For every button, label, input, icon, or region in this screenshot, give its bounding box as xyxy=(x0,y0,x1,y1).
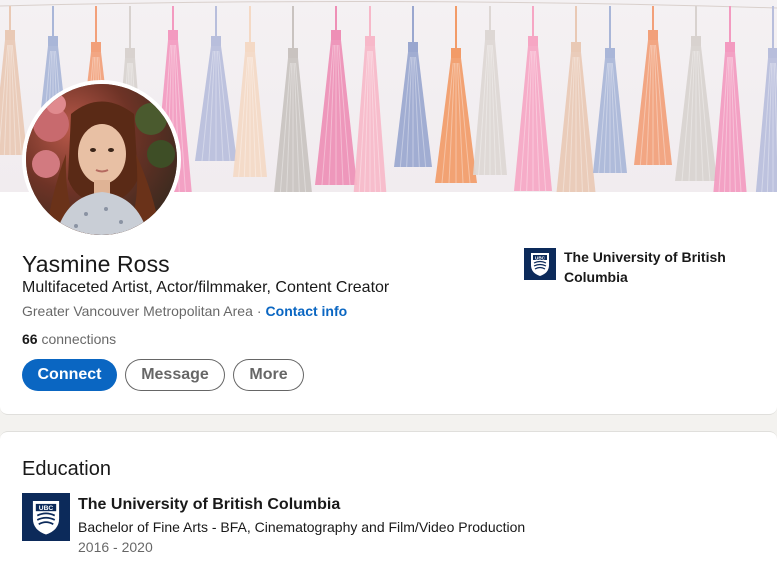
profile-name: Yasmine Ross xyxy=(22,251,170,277)
top-school-logo-text: UBC xyxy=(535,255,546,260)
profile-avatar[interactable] xyxy=(22,80,181,239)
tassel xyxy=(394,6,432,168)
profile-headline: Multifaceted Artist, Actor/filmmaker, Co… xyxy=(22,279,390,296)
tassel xyxy=(274,6,312,192)
tassel xyxy=(353,6,387,192)
connections-link[interactable]: 66 connections xyxy=(22,331,116,347)
connect-button[interactable]: Connect xyxy=(22,359,117,391)
tassel xyxy=(675,6,717,182)
location-line: Greater Vancouver Metropolitan Area · Cont… xyxy=(22,303,347,319)
connections-label: connections xyxy=(41,331,117,347)
top-school-name: The University of British Columbia xyxy=(564,249,726,285)
message-button[interactable]: Message xyxy=(125,359,225,391)
avatar-photo xyxy=(26,84,177,235)
education-logo-text: UBC xyxy=(39,505,54,512)
education-section: Education UBC The University of British … xyxy=(0,431,777,562)
profile-location: Greater Vancouver Metropolitan Area xyxy=(22,303,253,319)
tassel xyxy=(195,6,237,162)
ubc-shield-logo-icon[interactable]: UBC xyxy=(22,493,70,541)
tassel xyxy=(593,6,627,174)
tassel xyxy=(755,6,777,192)
ubc-shield-logo-icon: UBC xyxy=(524,248,556,280)
tassel xyxy=(435,6,477,184)
profile-card: Yasmine Ross Multifaceted Artist, Actor/… xyxy=(0,0,777,415)
tassel xyxy=(233,6,267,178)
connections-count: 66 xyxy=(22,331,38,347)
education-degree: Bachelor of Fine Arts - BFA, Cinematogra… xyxy=(78,519,526,535)
tassel xyxy=(0,6,27,156)
top-school-link[interactable]: UBC The University of British Columbia xyxy=(524,248,754,287)
separator-dot: · xyxy=(256,303,262,319)
more-button[interactable]: More xyxy=(233,359,304,391)
tassel xyxy=(315,6,357,186)
tassel xyxy=(556,6,596,192)
education-school-name[interactable]: The University of British Columbia xyxy=(78,496,340,514)
tassel xyxy=(634,6,672,166)
contact-info-link[interactable]: Contact info xyxy=(266,303,348,319)
education-dates: 2016 - 2020 xyxy=(78,539,153,555)
tassel xyxy=(473,6,507,176)
tassel xyxy=(514,6,552,192)
education-title: Education xyxy=(22,458,111,480)
tassel xyxy=(713,6,747,192)
